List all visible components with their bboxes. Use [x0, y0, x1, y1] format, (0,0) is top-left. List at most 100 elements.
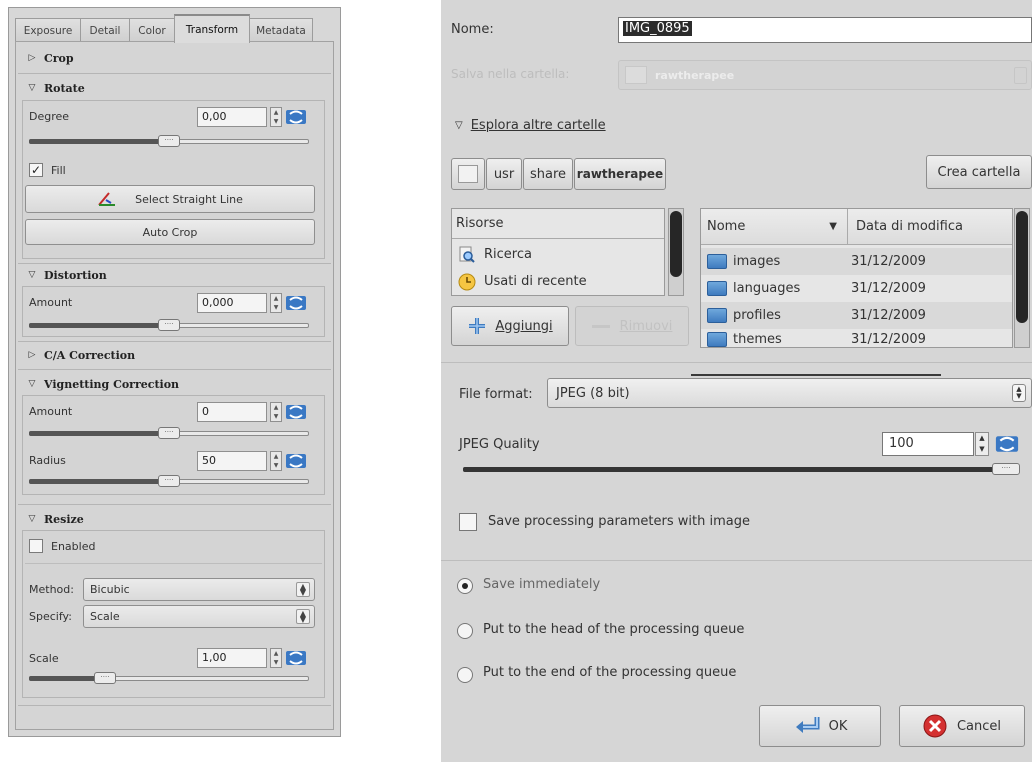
pane-resize-handle[interactable] — [691, 374, 941, 376]
vignetting-amount-reset-icon[interactable] — [285, 403, 307, 421]
straight-line-icon — [98, 192, 116, 206]
file-date: 31/12/2009 — [851, 281, 926, 296]
path-button-usr[interactable]: usr — [486, 158, 522, 190]
slider-knob[interactable]: ···· — [158, 319, 180, 331]
name-label: Nome: — [451, 22, 494, 37]
vignetting-radius-spin-arrows[interactable]: ▲ ▼ — [270, 451, 282, 471]
path-button-usr-label: usr — [493, 166, 515, 182]
jpeg-quality-reset-icon[interactable] — [994, 434, 1020, 454]
scrollbar-thumb[interactable] — [1016, 211, 1028, 323]
search-icon — [459, 246, 475, 263]
file-row[interactable]: themes 31/12/2009 — [701, 329, 1012, 348]
scale-slider[interactable]: ···· — [29, 672, 309, 686]
files-pane: Nome ▼ Data di modifica images 31/12/200… — [700, 208, 1013, 348]
vignetting-radius-input[interactable]: 50 — [197, 451, 267, 471]
cancel-button[interactable]: Cancel — [899, 705, 1025, 747]
scrollbar-thumb[interactable] — [670, 211, 682, 277]
tab-transform[interactable]: Transform — [174, 14, 250, 43]
slider-knob[interactable]: ···· — [158, 135, 180, 147]
radio-queue-end-label: Put to the end of the processing queue — [483, 665, 737, 680]
distortion-body: Amount 0,000 ▲ ▼ ···· — [22, 286, 325, 337]
resize-header[interactable]: ▽ Resize — [24, 508, 325, 530]
path-root-button[interactable] — [451, 158, 485, 190]
path-button-share[interactable]: share — [523, 158, 573, 190]
distortion-header[interactable]: ▽ Distortion — [24, 264, 325, 286]
jpeg-quality-input[interactable]: 100 — [882, 432, 974, 456]
distortion-amount-input[interactable]: 0,000 — [197, 293, 267, 313]
fill-checkbox[interactable]: ✓ — [29, 163, 43, 177]
jpeg-quality-label: JPEG Quality — [459, 437, 540, 452]
cancel-x-icon — [923, 714, 947, 738]
tab-detail[interactable]: Detail — [80, 18, 130, 42]
tab-exposure[interactable]: Exposure — [15, 18, 81, 42]
distortion-slider[interactable]: ···· — [29, 319, 309, 333]
scale-input[interactable]: 1,00 — [197, 648, 267, 668]
resize-enabled-label: Enabled — [51, 540, 96, 553]
combo-arrows-icon: ▲ ▼ — [296, 609, 310, 624]
column-header-name[interactable]: Nome ▼ — [701, 209, 848, 245]
name-input[interactable]: IMG_0895 — [618, 17, 1032, 43]
degree-input[interactable]: 0,00 — [197, 107, 267, 127]
tab-metadata[interactable]: Metadata — [249, 18, 313, 42]
jpeg-quality-spin-arrows[interactable]: ▲ ▼ — [975, 432, 989, 456]
ok-button[interactable]: OK — [759, 705, 881, 747]
slider-knob[interactable]: ···· — [992, 463, 1020, 475]
method-select[interactable]: Bicubic ▲ ▼ — [83, 578, 315, 601]
vignetting-body: Amount 0 ▲ ▼ ···· Radius 50 ▲ ▼ ···· — [22, 395, 325, 495]
file-row[interactable]: images 31/12/2009 — [701, 248, 1012, 275]
places-item-recent[interactable]: Usati di recente — [452, 268, 664, 295]
fill-label: Fill — [51, 164, 66, 177]
scale-spin-arrows[interactable]: ▲ ▼ — [270, 648, 282, 668]
vignetting-amount-input[interactable]: 0 — [197, 402, 267, 422]
vignetting-radius-reset-icon[interactable] — [285, 452, 307, 470]
path-button-rawtherapee[interactable]: rawtherapee — [574, 158, 666, 190]
add-place-button[interactable]: Aggiungi — [451, 306, 569, 346]
divider — [25, 563, 322, 564]
drive-icon — [458, 165, 478, 183]
crop-header[interactable]: ▷ Crop — [24, 47, 325, 69]
vignetting-radius-slider[interactable]: ···· — [29, 475, 309, 489]
jpeg-quality-slider[interactable]: ···· — [463, 463, 1020, 477]
save-in-folder-label: Salva nella cartella: — [451, 67, 570, 81]
column-header-date[interactable]: Data di modifica — [848, 209, 1012, 245]
distortion-reset-icon[interactable] — [285, 294, 307, 312]
scale-reset-icon[interactable] — [285, 649, 307, 667]
radio-save-immediately[interactable] — [457, 578, 473, 594]
radio-queue-end[interactable] — [457, 667, 473, 683]
divider — [18, 73, 331, 74]
vignetting-header[interactable]: ▽ Vignetting Correction — [24, 373, 325, 395]
file-format-select[interactable]: JPEG (8 bit) ▲ ▼ — [547, 378, 1032, 408]
places-item-recent-label: Usati di recente — [484, 274, 587, 289]
degree-slider[interactable]: ···· — [29, 135, 309, 149]
degree-reset-icon[interactable] — [285, 108, 307, 126]
radio-queue-head[interactable] — [457, 623, 473, 639]
places-scrollbar[interactable] — [668, 208, 684, 296]
slider-knob[interactable]: ···· — [94, 672, 116, 684]
vignetting-amount-spin-arrows[interactable]: ▲ ▼ — [270, 402, 282, 422]
slider-knob[interactable]: ···· — [158, 427, 180, 439]
auto-crop-button[interactable]: Auto Crop — [25, 219, 315, 245]
clock-icon — [458, 273, 476, 290]
degree-spin-arrows[interactable]: ▲ ▼ — [270, 107, 282, 127]
resize-body: Enabled Method: Bicubic ▲ ▼ Specify: Scal… — [22, 530, 325, 698]
places-header: Risorse — [452, 209, 664, 239]
files-scrollbar[interactable] — [1014, 208, 1030, 348]
slider-fill — [29, 323, 169, 328]
file-row[interactable]: profiles 31/12/2009 — [701, 302, 1012, 329]
tab-color[interactable]: Color — [129, 18, 175, 42]
name-input-selected-text: IMG_0895 — [623, 21, 692, 36]
select-straight-line-button[interactable]: Select Straight Line — [25, 185, 315, 213]
vignetting-amount-slider[interactable]: ···· — [29, 427, 309, 441]
rotate-header[interactable]: ▽ Rotate — [24, 77, 325, 99]
resize-enabled-checkbox[interactable] — [29, 539, 43, 553]
save-params-checkbox[interactable] — [459, 513, 477, 531]
combo-arrows-icon: ▲ ▼ — [1012, 384, 1026, 402]
create-folder-button[interactable]: Crea cartella — [926, 155, 1032, 189]
ca-correction-header[interactable]: ▷ C/A Correction — [24, 344, 325, 366]
browse-folders-expander[interactable]: ▽ Esplora altre cartelle — [455, 118, 606, 133]
places-item-search[interactable]: Ricerca — [452, 241, 664, 268]
file-row[interactable]: languages 31/12/2009 — [701, 275, 1012, 302]
distortion-spin-arrows[interactable]: ▲ ▼ — [270, 293, 282, 313]
slider-knob[interactable]: ···· — [158, 475, 180, 487]
specify-select[interactable]: Scale ▲ ▼ — [83, 605, 315, 628]
